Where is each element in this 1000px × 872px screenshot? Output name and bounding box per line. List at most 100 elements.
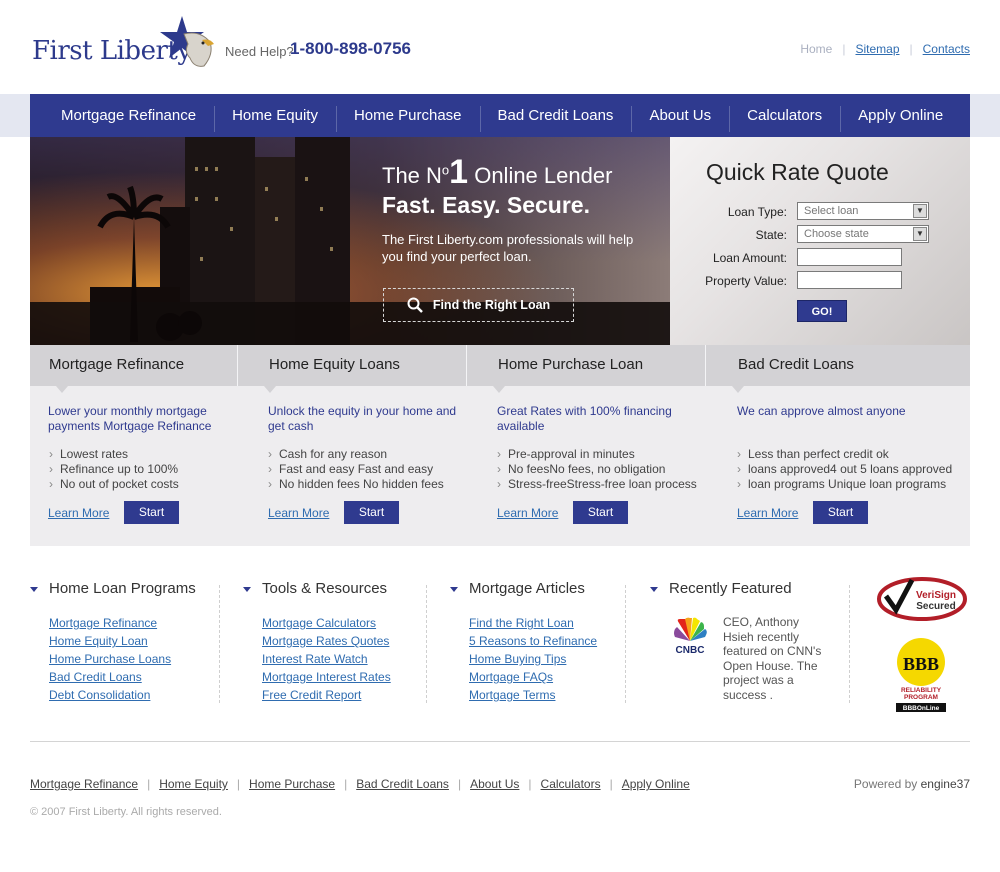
footer-link[interactable]: Free Credit Report bbox=[262, 688, 361, 702]
footer-link[interactable]: Debt Consolidation bbox=[49, 688, 150, 702]
logo[interactable]: First Liberty bbox=[30, 14, 220, 74]
search-icon bbox=[407, 297, 423, 313]
loan-amount-input[interactable] bbox=[797, 248, 902, 266]
footer-link[interactable]: 5 Reasons to Refinance bbox=[469, 634, 597, 648]
footer-col-title-text: Home Loan Programs bbox=[49, 580, 196, 597]
site-header: First Liberty Need Help? 1-800-898-0756 … bbox=[0, 0, 1000, 94]
hero-banner: The No1 Online Lender Fast. Easy. Secure… bbox=[30, 137, 670, 345]
product-lead: Unlock the equity in your home and get c… bbox=[268, 404, 457, 433]
footer-link[interactable]: Home Purchase Loans bbox=[49, 652, 171, 666]
start-button[interactable]: Start bbox=[813, 501, 868, 524]
footer-link[interactable]: Mortgage Rates Quotes bbox=[262, 634, 389, 648]
nav-item-mortgage-refinance[interactable]: Mortgage Refinance bbox=[30, 94, 214, 137]
top-link-contact[interactable]: Contacts bbox=[923, 42, 970, 56]
footer-link[interactable]: Home Equity Loan bbox=[49, 634, 148, 648]
footer-link[interactable]: Interest Rate Watch bbox=[262, 652, 368, 666]
start-button[interactable]: Start bbox=[124, 501, 179, 524]
bottom-link-about-us[interactable]: About Us bbox=[470, 777, 519, 791]
bottom-link-mortgage-refinance[interactable]: Mortgage Refinance bbox=[30, 777, 138, 791]
property-value-label: Property Value: bbox=[705, 274, 787, 288]
nav-item-about-us[interactable]: About Us bbox=[631, 94, 729, 137]
list-item: Stress-freeStress-free loan process bbox=[497, 477, 697, 492]
phone-number[interactable]: 1-800-898-0756 bbox=[290, 39, 411, 59]
product-title: Home Equity Loans bbox=[238, 345, 466, 393]
footer-col-mortgage-articles: Mortgage Articles Find the Right Loan 5 … bbox=[450, 578, 597, 704]
bottom-link-home-equity[interactable]: Home Equity bbox=[159, 777, 228, 791]
powered-by-label: Powered by bbox=[853, 777, 918, 791]
nav-item-apply-online[interactable]: Apply Online bbox=[840, 94, 961, 137]
list-item: Fast and easy Fast and easy bbox=[268, 462, 444, 477]
footer-link[interactable]: Bad Credit Loans bbox=[49, 670, 142, 684]
nav-item-home-purchase[interactable]: Home Purchase bbox=[335, 94, 480, 137]
loan-amount-label: Loan Amount: bbox=[712, 251, 787, 265]
list-item: No feesNo fees, no obligation bbox=[497, 462, 697, 477]
product-lead: Lower your monthly mortgage payments Mor… bbox=[48, 404, 212, 433]
product-lead: Great Rates with 100% financing availabl… bbox=[497, 404, 672, 433]
go-button[interactable]: GO! bbox=[797, 300, 847, 322]
list-item: loans approved4 out 5 loans approved bbox=[737, 462, 952, 477]
product-home-purchase-loan: Home Purchase Loan Great Rates with 100%… bbox=[467, 345, 705, 546]
divider bbox=[219, 585, 220, 703]
product-home-equity-loans: Home Equity Loans Unlock the equity in y… bbox=[238, 345, 466, 546]
footer-link[interactable]: Mortgage Terms bbox=[469, 688, 555, 702]
footer-link[interactable]: Mortgage Interest Rates bbox=[262, 670, 391, 684]
featured-text: CEO, Anthony Hsieh recently featured on … bbox=[723, 615, 822, 702]
nav-item-home-equity[interactable]: Home Equity bbox=[214, 94, 336, 137]
loan-type-value: Select loan bbox=[804, 205, 859, 217]
footer-link[interactable]: Mortgage Calculators bbox=[262, 616, 376, 630]
eagle-star-icon bbox=[160, 16, 214, 67]
footer-link[interactable]: Mortgage Refinance bbox=[49, 616, 157, 630]
footer-divider bbox=[30, 741, 970, 742]
loan-type-select[interactable]: Select loan ▼ bbox=[797, 202, 929, 220]
learn-more-link[interactable]: Learn More bbox=[737, 506, 798, 520]
verisign-secured-badge[interactable]: VeriSign Secured bbox=[876, 574, 968, 622]
bbb-online-text: BBBOnLine bbox=[903, 705, 940, 712]
top-link-home[interactable]: Home bbox=[800, 42, 832, 56]
bottom-link-apply-online[interactable]: Apply Online bbox=[622, 777, 690, 791]
bottom-link-home-purchase[interactable]: Home Purchase bbox=[249, 777, 335, 791]
top-link-sitemap[interactable]: Sitemap bbox=[855, 42, 899, 56]
find-right-loan-button[interactable]: Find the Right Loan bbox=[383, 288, 574, 322]
learn-more-link[interactable]: Learn More bbox=[497, 506, 558, 520]
learn-more-link[interactable]: Learn More bbox=[268, 506, 329, 520]
nav-item-calculators[interactable]: Calculators bbox=[729, 94, 840, 137]
hero-headline-pre: The N bbox=[382, 163, 442, 188]
product-bullets: Less than perfect credit ok loans approv… bbox=[737, 447, 952, 492]
loan-type-label: Loan Type: bbox=[727, 205, 787, 219]
bottom-link-calculators[interactable]: Calculators bbox=[541, 777, 601, 791]
state-label: State: bbox=[755, 228, 787, 242]
engine37-link[interactable]: engine37 bbox=[921, 777, 970, 791]
footer-link[interactable]: Home Buying Tips bbox=[469, 652, 566, 666]
quote-title: Quick Rate Quote bbox=[706, 159, 889, 185]
product-bad-credit-loans: Bad Credit Loans We can approve almost a… bbox=[706, 345, 970, 546]
product-mortgage-refinance: Mortgage Refinance Lower your monthly mo… bbox=[30, 345, 237, 546]
footer-col-title-text: Mortgage Articles bbox=[469, 580, 585, 597]
product-title: Bad Credit Loans bbox=[706, 345, 970, 393]
start-button[interactable]: Start bbox=[344, 501, 399, 524]
footer-col-home-loan-programs: Home Loan Programs Mortgage Refinance Ho… bbox=[30, 578, 196, 704]
nav-item-bad-credit-loans[interactable]: Bad Credit Loans bbox=[479, 94, 632, 137]
separator: | bbox=[236, 777, 241, 791]
product-bullets: Lowest rates Refinance up to 100% No out… bbox=[49, 447, 179, 492]
footer-col-title-text: Recently Featured bbox=[669, 580, 792, 597]
main-nav: Mortgage Refinance Home Equity Home Purc… bbox=[30, 94, 970, 137]
loan-type-row: Loan Type: Select loan ▼ bbox=[670, 202, 970, 222]
list-item: Pre-approval in minutes bbox=[497, 447, 697, 462]
learn-more-link[interactable]: Learn More bbox=[48, 506, 109, 520]
need-help-label: Need Help? bbox=[225, 44, 294, 59]
start-button[interactable]: Start bbox=[573, 501, 628, 524]
footer-link[interactable]: Mortgage FAQs bbox=[469, 670, 553, 684]
bbb-reliability-badge[interactable]: BBB RELIABILITY PROGRAM BBBOnLine bbox=[894, 636, 949, 712]
hero-headline: The No1 Online Lender bbox=[382, 153, 652, 192]
footer-col-tools-resources: Tools & Resources Mortgage Calculators M… bbox=[243, 578, 391, 704]
property-value-input[interactable] bbox=[797, 271, 902, 289]
product-bullets: Cash for any reason Fast and easy Fast a… bbox=[268, 447, 444, 492]
list-item: Refinance up to 100% bbox=[49, 462, 179, 477]
footer-link[interactable]: Find the Right Loan bbox=[469, 616, 574, 630]
find-right-loan-label: Find the Right Loan bbox=[432, 298, 551, 312]
property-value-row: Property Value: bbox=[670, 271, 970, 291]
bottom-link-bad-credit-loans[interactable]: Bad Credit Loans bbox=[356, 777, 449, 791]
state-select[interactable]: Choose state ▼ bbox=[797, 225, 929, 243]
footer-link-list: Find the Right Loan 5 Reasons to Refinan… bbox=[450, 614, 597, 704]
triangle-down-icon bbox=[30, 587, 38, 592]
